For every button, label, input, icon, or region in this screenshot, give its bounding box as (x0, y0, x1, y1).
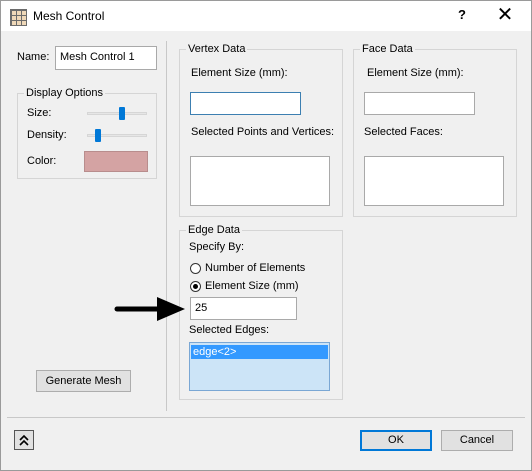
vertex-element-size-input[interactable] (190, 92, 301, 115)
number-of-elements-radio[interactable] (190, 263, 201, 274)
mesh-control-dialog: Mesh Control ? ✕ Name: Mesh Control 1 Di… (0, 0, 532, 471)
density-slider-thumb[interactable] (95, 129, 102, 142)
list-item[interactable]: edge<2> (191, 345, 328, 359)
element-size-option-label[interactable]: Element Size (mm) (205, 280, 299, 292)
expand-button[interactable] (14, 430, 34, 450)
cancel-button[interactable]: Cancel (441, 430, 513, 451)
face-selection-list[interactable] (364, 156, 504, 206)
face-element-size-label: Element Size (mm): (367, 67, 464, 79)
face-selected-label: Selected Faces: (364, 126, 443, 138)
selected-edges-list[interactable]: edge<2> (189, 342, 330, 391)
specify-by-label: Specify By: (189, 241, 245, 253)
vertex-selection-list[interactable] (190, 156, 330, 206)
display-options-title: Display Options (24, 87, 106, 99)
vertical-separator (166, 41, 167, 411)
window-title: Mesh Control (33, 9, 105, 23)
element-size-radio[interactable] (190, 281, 201, 292)
size-label: Size: (27, 107, 52, 119)
size-slider-thumb[interactable] (119, 107, 126, 120)
generate-mesh-button[interactable]: Generate Mesh (36, 370, 131, 392)
mesh-grid-icon (10, 9, 27, 26)
face-data-title: Face Data (360, 43, 415, 55)
ok-button[interactable]: OK (360, 430, 432, 451)
number-of-elements-label[interactable]: Number of Elements (205, 262, 305, 274)
density-label: Density: (27, 129, 67, 141)
edge-data-title: Edge Data (186, 224, 242, 236)
vertex-selected-label: Selected Points and Vertices: (191, 126, 335, 138)
help-button[interactable]: ? (455, 7, 469, 22)
arrow-annotation-icon (114, 297, 185, 321)
name-label: Name: (17, 51, 50, 63)
color-swatch-button[interactable] (84, 151, 148, 172)
selected-edges-label: Selected Edges: (189, 324, 270, 336)
size-slider[interactable] (87, 112, 147, 115)
name-input[interactable]: Mesh Control 1 (55, 46, 157, 70)
vertex-data-title: Vertex Data (186, 43, 248, 55)
footer-separator (7, 417, 525, 418)
close-button[interactable]: ✕ (495, 4, 515, 26)
vertex-element-size-label: Element Size (mm): (191, 67, 288, 79)
face-element-size-input[interactable] (364, 92, 475, 115)
color-label: Color: (27, 155, 57, 167)
double-chevron-up-icon (19, 434, 29, 446)
title-bar: Mesh Control ? ✕ (1, 1, 531, 31)
edge-element-size-input[interactable]: 25 (190, 297, 297, 320)
